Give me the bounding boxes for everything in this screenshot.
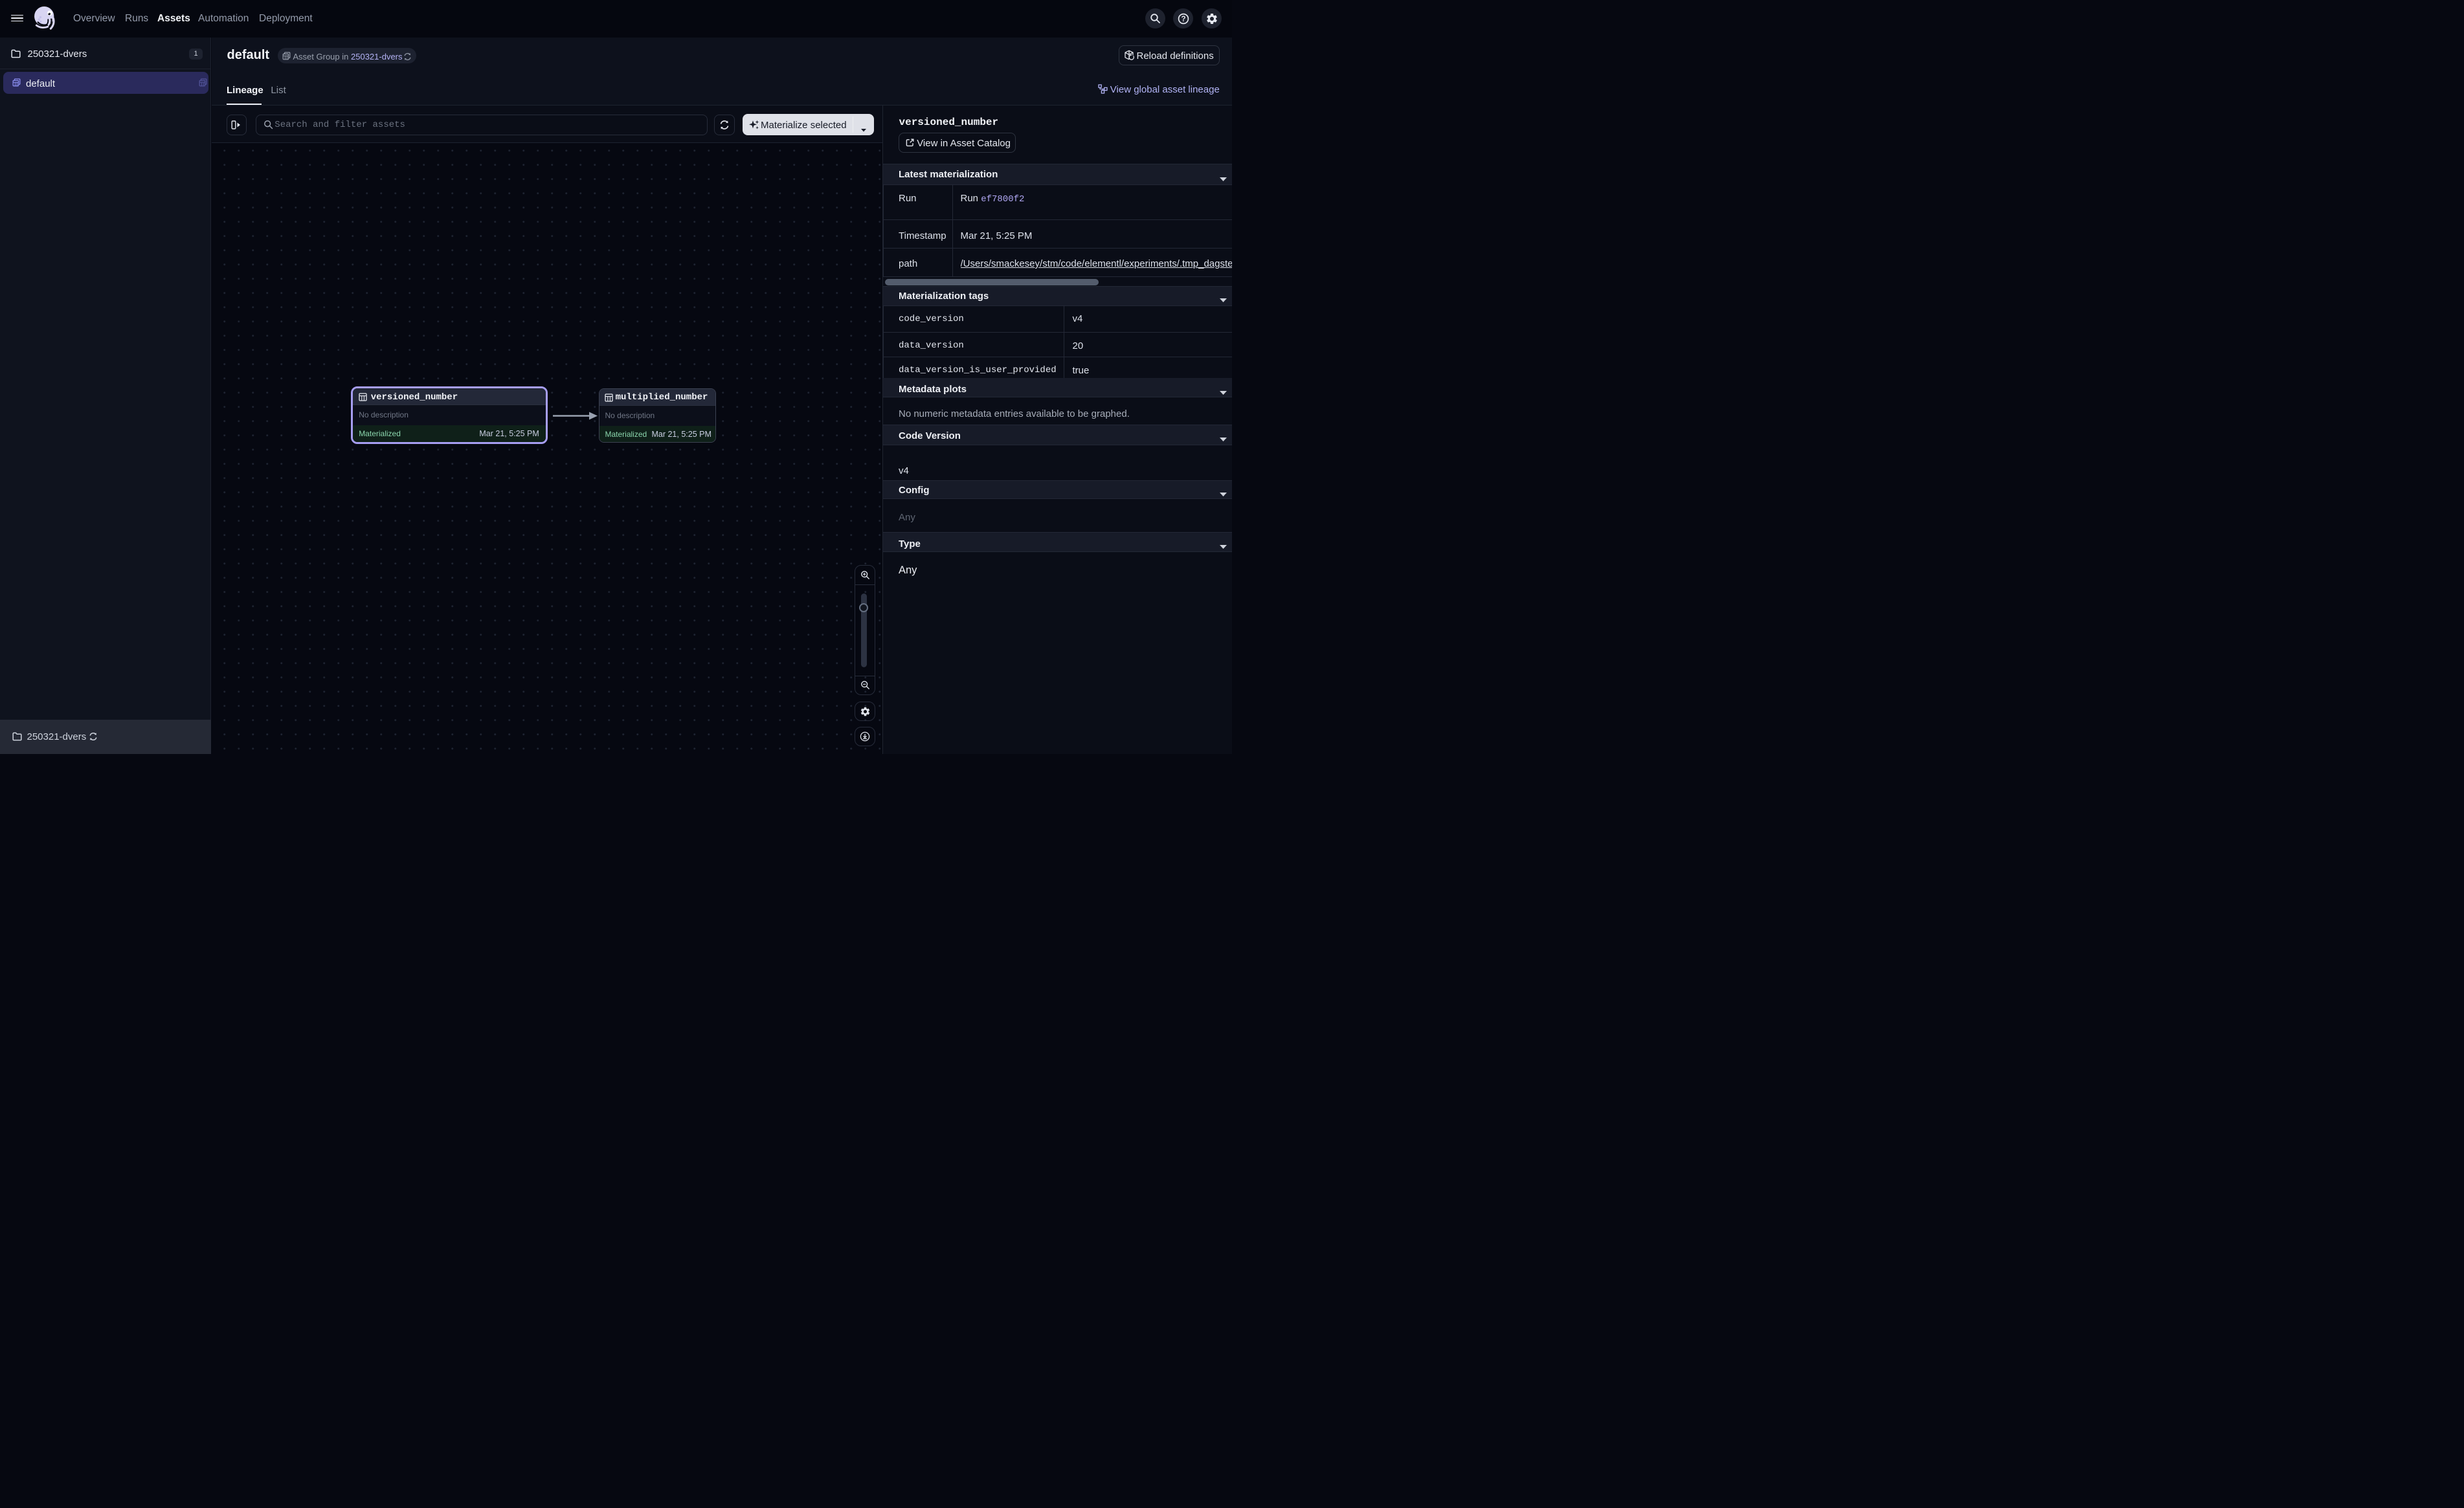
svg-text:?: ? xyxy=(1181,16,1185,23)
